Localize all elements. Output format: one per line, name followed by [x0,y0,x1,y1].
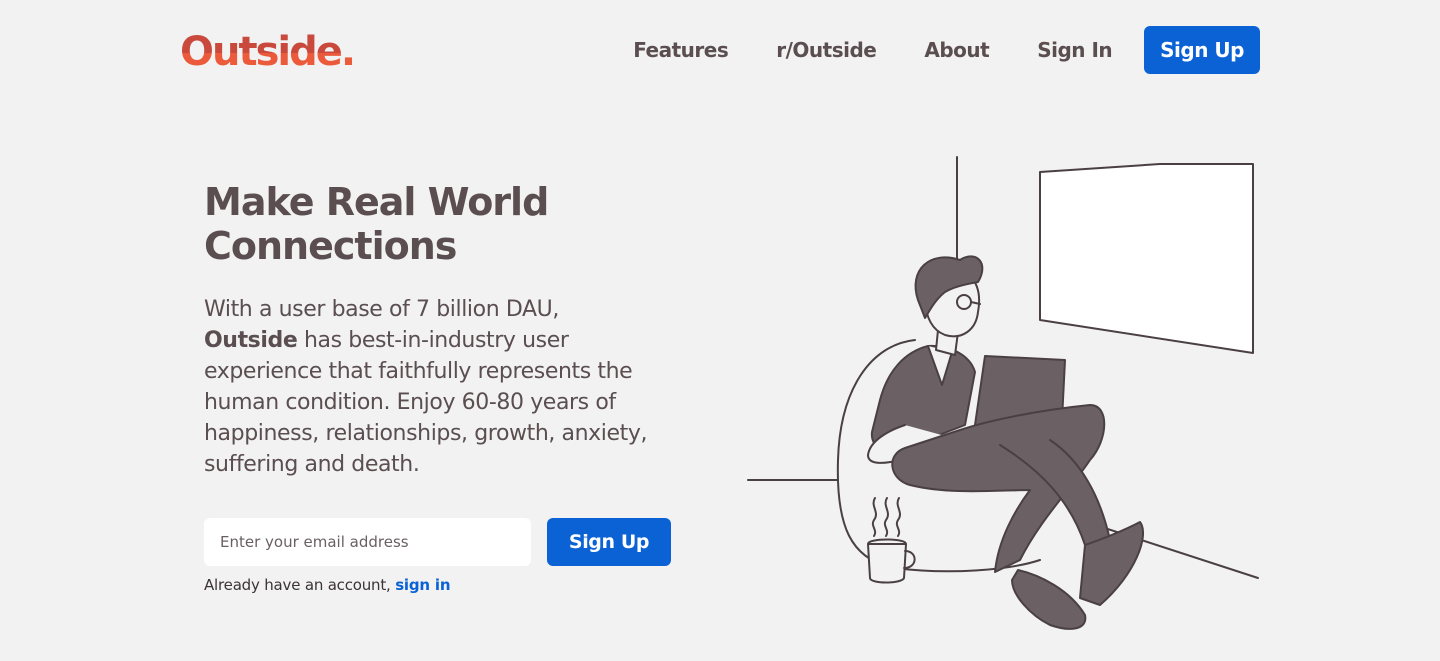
email-input[interactable] [204,518,531,566]
sign-in-prompt-text: Already have an account, [204,576,391,594]
sign-in-prompt: Already have an account, sign in [204,576,451,594]
sign-in-link[interactable]: sign in [395,576,450,594]
mug-body [867,543,907,584]
header-sign-up-button[interactable]: Sign Up [1144,26,1260,74]
signup-form: Sign Up [204,518,671,566]
hero-desc-brand: Outside [204,328,298,353]
outside-logo[interactable]: Outside. [180,26,356,78]
hero-sign-up-button[interactable]: Sign Up [547,518,671,566]
hero-description: With a user base of 7 billion DAU, Outsid… [204,294,654,480]
nav-sign-in[interactable]: Sign In [1037,38,1112,62]
main-nav: Features r/Outside About Sign In Sign Up [633,26,1260,74]
nav-subreddit[interactable]: r/Outside [776,38,877,62]
hero-title: Make Real World Connections [204,180,549,268]
nav-features[interactable]: Features [633,38,729,62]
nav-about[interactable]: About [924,38,989,62]
shoe-left [1011,569,1087,630]
window-shape [1039,163,1254,354]
person-with-laptop-illustration [747,156,1259,630]
site-header: Outside. Features r/Outside About Sign I… [0,0,1440,100]
hero-desc-prefix: With a user base of 7 billion DAU, [204,297,559,322]
hero-section: Make Real World Connections With a user … [204,180,684,480]
